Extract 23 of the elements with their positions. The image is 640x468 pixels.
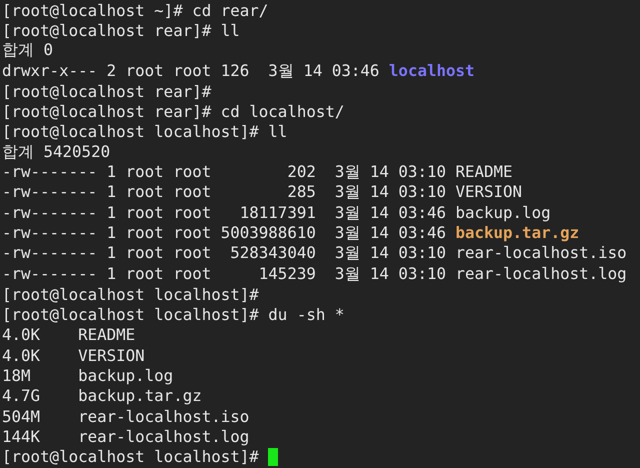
terminal-line: drwxr-x--- 2 root root 126 3월 14 03:46 localhost — [2, 60, 475, 82]
terminal-line: [root@localhost localhost]# ll — [2, 122, 288, 142]
terminal-line: [root@localhost ~]# cd rear/ — [2, 0, 268, 20]
terminal-line: 4.0K VERSION — [2, 346, 145, 365]
terminal-line: [root@localhost rear]# cd localhost/ — [2, 102, 344, 122]
terminal-line: 18M backup.log — [2, 366, 174, 385]
terminal-line: [root@localhost localhost]# — [2, 447, 260, 466]
terminal-line: 합계 0 — [2, 40, 54, 62]
terminal-line: -rw------- 1 root root 5003988610 3월 14 03:46 backup.tar.gz — [2, 222, 580, 244]
terminal-line: -rw------- 1 root root 202 3월 14 03:10 README — [2, 162, 513, 184]
terminal-line: 4.7G backup.tar.gz — [2, 386, 202, 406]
terminal-line: -rw------- 1 root root 18117391 3월 14 03:46 backup.log — [2, 202, 551, 224]
terminal-line: [root@localhost rear]# ll — [2, 20, 240, 40]
terminal-line: 504M rear-localhost.iso — [2, 406, 250, 426]
terminal-line: -rw------- 1 root root 285 3월 14 03:10 VERSION — [2, 182, 522, 204]
terminal-line: 합계 5420520 — [2, 142, 110, 163]
terminal-line: -rw------- 1 root root 145239 3월 14 03:10 rear-localhost.log — [2, 264, 627, 285]
terminal-line: 4.0K README — [2, 325, 136, 344]
terminal-line: [root@localhost localhost]# — [2, 284, 259, 304]
terminal-line: 144K rear-localhost.log — [2, 426, 250, 446]
terminal-line: -rw------- 1 root root 528343040 3월 14 03:10 rear-localhost.iso — [2, 243, 627, 264]
terminal-line: [root@localhost rear]# — [2, 82, 212, 101]
terminal-line: [root@localhost localhost]# du -sh * — [2, 305, 344, 324]
